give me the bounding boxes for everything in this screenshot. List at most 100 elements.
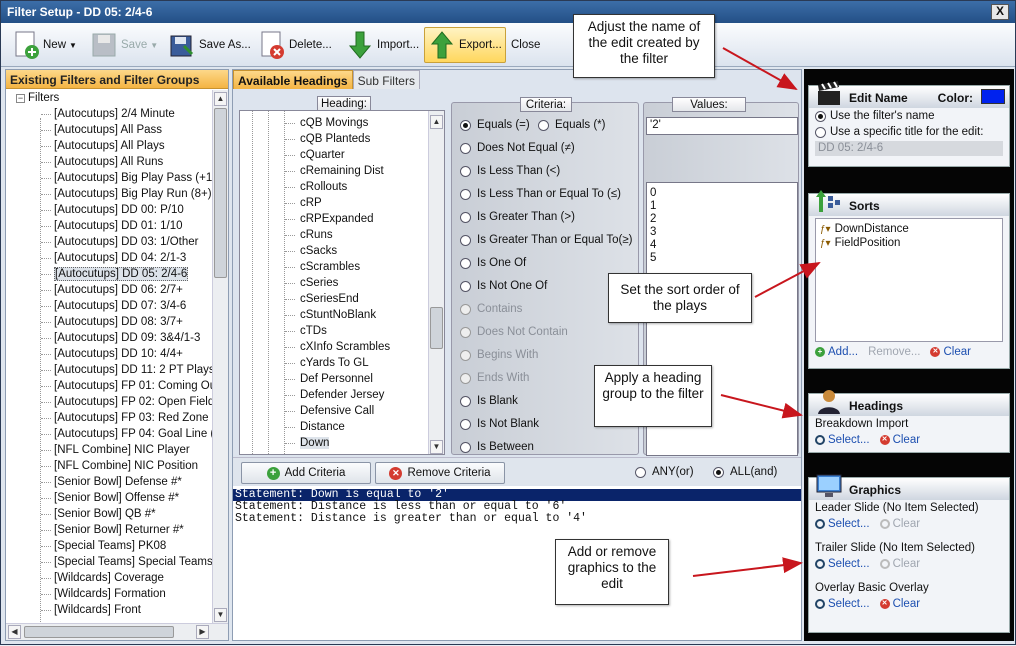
radio-icon[interactable]	[635, 466, 646, 478]
scroll-up-icon[interactable]: ▲	[430, 115, 443, 129]
radio-icon[interactable]	[460, 165, 471, 177]
criteria-equals-eq[interactable]: Equals (=)	[460, 119, 530, 131]
new-button[interactable]: New ▼	[9, 27, 80, 63]
import-button[interactable]: Import...	[343, 27, 422, 63]
criteria-option[interactable]: Does Not Contain	[460, 326, 568, 338]
value-item[interactable]: 1	[650, 200, 794, 213]
clear-sorts-button[interactable]: ✕ Clear	[930, 346, 971, 358]
sort-item[interactable]: ƒ▾ DownDistance	[818, 222, 1000, 236]
criteria-option[interactable]: Is Blank	[460, 395, 518, 407]
filter-item[interactable]: [Senior Bowl] Offense #*	[16, 490, 213, 506]
filter-item[interactable]: [Senior Bowl] Defense #*	[16, 474, 213, 490]
radio-icon[interactable]	[460, 142, 471, 154]
criteria-option[interactable]: Is Not One Of	[460, 280, 547, 292]
scroll-down-icon[interactable]: ▼	[214, 608, 227, 622]
tab-available-headings[interactable]: Available Headings	[233, 70, 353, 89]
heading-item[interactable]: Def Personnel	[240, 371, 444, 387]
criteria-option[interactable]: Begins With	[460, 349, 538, 361]
filter-item[interactable]: [Autocutups] DD 08: 3/7+	[16, 314, 213, 330]
radio-icon[interactable]	[815, 110, 826, 122]
scroll-thumb[interactable]	[430, 307, 443, 349]
filter-item[interactable]: [Autocutups] Big Play Pass (+12)	[16, 170, 213, 186]
filters-horizontal-scrollbar[interactable]: ◀ ▶	[6, 623, 228, 640]
edit-title-field[interactable]: DD 05: 2/4-6	[815, 141, 1003, 156]
filter-item[interactable]: [Autocutups] All Pass	[16, 122, 213, 138]
color-swatch[interactable]	[981, 89, 1005, 104]
select-overlay-button[interactable]: Select...	[815, 598, 870, 610]
value-input[interactable]: '2'	[646, 117, 798, 135]
filter-item[interactable]: [NFL Combine] NIC Player	[16, 442, 213, 458]
use-specific-title-option[interactable]: Use a specific title for the edit:	[809, 124, 1009, 140]
heading-item[interactable]: cStuntNoBlank	[240, 307, 444, 323]
filter-item[interactable]: [Autocutups] DD 04: 2/1-3	[16, 250, 213, 266]
criteria-option[interactable]: Contains	[460, 303, 522, 315]
save-as-button[interactable]: Save As...	[165, 27, 254, 63]
clear-trailer-button[interactable]: Clear	[879, 558, 920, 570]
heading-item[interactable]: cRollouts	[240, 179, 444, 195]
value-item[interactable]: 0	[650, 187, 794, 200]
radio-icon[interactable]	[460, 326, 471, 338]
heading-item[interactable]: Defensive Call	[240, 403, 444, 419]
use-filter-name-option[interactable]: Use the filter's name	[809, 108, 1009, 124]
filter-item[interactable]: [Special Teams] Special Teams	[16, 554, 213, 570]
horizontal-scroll-thumb[interactable]	[24, 626, 174, 638]
select-leader-button[interactable]: Select...	[815, 518, 870, 530]
heading-item[interactable]: cRP	[240, 195, 444, 211]
radio-icon[interactable]	[713, 466, 724, 478]
radio-icon[interactable]	[460, 119, 471, 131]
delete-button[interactable]: Delete...	[255, 27, 335, 63]
radio-icon[interactable]	[460, 418, 471, 430]
heading-item[interactable]: cSeries	[240, 275, 444, 291]
select-trailer-button[interactable]: Select...	[815, 558, 870, 570]
value-item[interactable]: 4	[650, 239, 794, 252]
heading-item[interactable]: cRemaining Dist	[240, 163, 444, 179]
collapse-icon[interactable]: −	[16, 93, 25, 103]
scroll-up-icon[interactable]: ▲	[214, 92, 227, 106]
value-item[interactable]: 5	[650, 252, 794, 265]
heading-item[interactable]: Distance	[240, 419, 444, 435]
heading-item[interactable]: cTDs	[240, 323, 444, 339]
add-sort-button[interactable]: + Add...	[815, 346, 858, 358]
scroll-thumb[interactable]	[214, 108, 227, 278]
criteria-option[interactable]: Is Less Than (<)	[460, 165, 560, 177]
all-and-option[interactable]: ALL(and)	[713, 466, 777, 478]
filter-item[interactable]: [Wildcards] Front	[16, 602, 213, 618]
filter-item[interactable]: [Autocutups] All Plays	[16, 138, 213, 154]
radio-icon[interactable]	[460, 234, 471, 246]
radio-icon[interactable]	[460, 349, 471, 361]
filter-item[interactable]: [Autocutups] DD 09: 3&4/1-3	[16, 330, 213, 346]
filter-item[interactable]: [Wildcards] Formation	[16, 586, 213, 602]
filter-item[interactable]: [Autocutups] DD 05: 2/4-6	[16, 266, 213, 282]
radio-icon[interactable]	[460, 372, 471, 384]
filter-item[interactable]: [NFL Combine] NIC Position	[16, 458, 213, 474]
heading-item[interactable]: Down	[240, 435, 444, 451]
filter-item[interactable]: [Autocutups] FP 01: Coming Out (-	[16, 378, 213, 394]
filter-item[interactable]: [Autocutups] DD 06: 2/7+	[16, 282, 213, 298]
tab-sub-filters[interactable]: Sub Filters	[352, 70, 420, 89]
statement-row[interactable]: Statement: Distance is greater than or e…	[233, 513, 801, 525]
heading-item[interactable]: Defender Jersey	[240, 387, 444, 403]
any-or-option[interactable]: ANY(or)	[635, 466, 694, 478]
remove-sort-button[interactable]: Remove...	[868, 346, 920, 358]
scroll-left-icon[interactable]: ◀	[8, 625, 21, 639]
radio-icon[interactable]	[460, 303, 471, 315]
heading-item[interactable]: cYards To GL	[240, 355, 444, 371]
heading-item[interactable]: cRPExpanded	[240, 211, 444, 227]
radio-icon[interactable]	[460, 188, 471, 200]
heading-item[interactable]: cSacks	[240, 243, 444, 259]
criteria-option[interactable]: Is Greater Than or Equal To(≥)	[460, 234, 632, 246]
filter-item[interactable]: [Autocutups] FP 03: Red Zone (+2	[16, 410, 213, 426]
clear-heading-button[interactable]: ✕ Clear	[879, 434, 920, 446]
radio-icon[interactable]	[815, 126, 826, 138]
filter-item[interactable]: [Autocutups] Big Play Run (8+)	[16, 186, 213, 202]
filter-item[interactable]: [Special Teams] PK08	[16, 538, 213, 554]
scroll-down-icon[interactable]: ▼	[430, 440, 443, 454]
filter-item[interactable]: [Autocutups] DD 01: 1/10	[16, 218, 213, 234]
heading-item[interactable]: cQB Planteds	[240, 131, 444, 147]
criteria-option[interactable]: Does Not Equal (≠)	[460, 142, 575, 154]
filter-item[interactable]: [Autocutups] DD 10: 4/4+	[16, 346, 213, 362]
value-item[interactable]: 2	[650, 213, 794, 226]
value-item[interactable]: 3	[650, 226, 794, 239]
radio-icon[interactable]	[460, 257, 471, 269]
filter-item[interactable]: [Autocutups] All Runs	[16, 154, 213, 170]
